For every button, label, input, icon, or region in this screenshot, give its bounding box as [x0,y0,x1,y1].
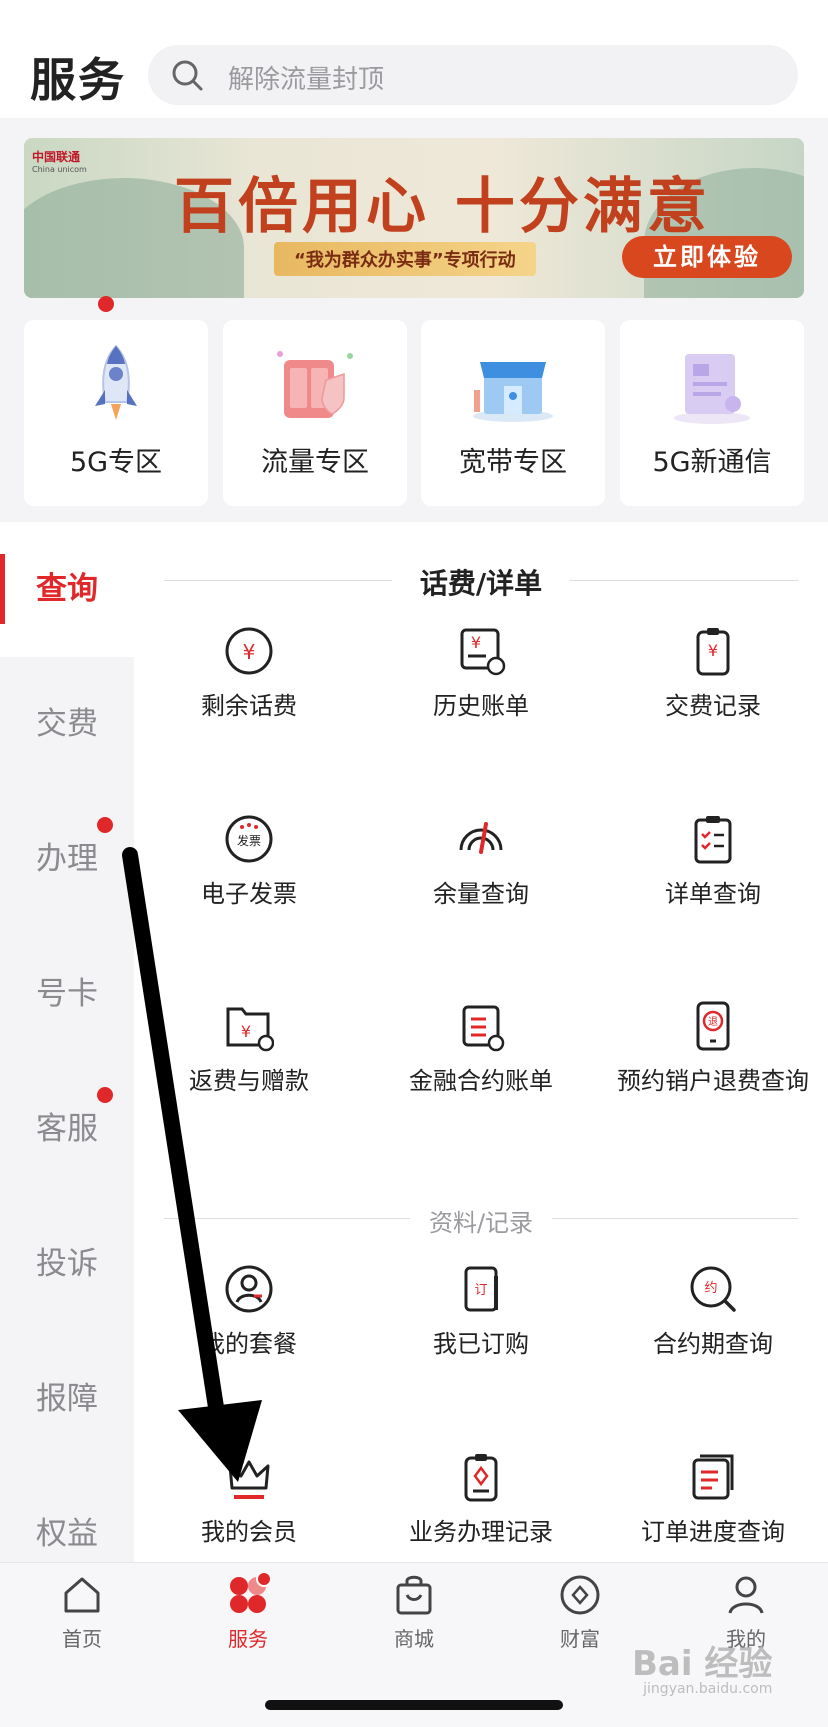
data-package-icon [277,351,353,418]
section-title-records: 资料/记录 [428,1209,534,1237]
zone-card-broadband[interactable]: 宽带专区 [421,320,605,506]
service-payment-record[interactable]: ¥ 交费记录 [597,624,828,744]
zone-label: 流量专区 [261,447,369,478]
svg-text:发票: 发票 [237,833,261,848]
svg-text:约: 约 [704,1281,717,1296]
payment-record-icon: ¥ [696,628,730,676]
svg-text:订: 订 [474,1283,487,1298]
service-my-membership[interactable]: 我的会员 [133,1450,365,1570]
tab-wealth[interactable]: 财富 [520,1573,640,1653]
notification-dot [97,1087,113,1103]
banner-slogan: 百倍用心 十分满意 [174,172,711,242]
phone-refund-icon: 退 [696,1001,730,1051]
zone-card-data[interactable]: 流量专区 [223,320,407,506]
message-document-icon [674,354,750,424]
service-remaining-balance[interactable]: ¥ 剩余话费 [133,624,365,744]
service-finance-contract-bill[interactable]: 金融合约账单 [365,999,597,1119]
service-refund-gift[interactable]: ¥ 返费与赠款 [133,999,365,1119]
section-divider [570,580,798,581]
section-divider [164,1218,410,1219]
search-placeholder: 解除流量封顶 [228,65,385,95]
notification-dot [97,817,113,833]
service-bill-history[interactable]: ¥ 历史账单 [365,624,597,744]
yuan-circle-icon: ¥ [225,627,273,675]
checklist-icon [694,816,732,864]
home-indicator [265,1700,563,1710]
sidebar-item-sim-card[interactable]: 号卡 [0,927,134,1062]
search-icon [172,60,203,91]
section-title-bills: 话费/详单 [419,567,543,600]
sidebar-item-query[interactable]: 查询 [0,522,134,657]
profile-icon [728,1576,764,1614]
service-cancel-refund-query[interactable]: 退 预约销户退费查询 [597,999,828,1119]
banner-cta-button[interactable]: 立即体验 [622,236,792,278]
svg-text:退: 退 [708,1016,718,1028]
notification-dot [98,296,114,312]
svg-text:¥: ¥ [241,1022,251,1041]
baidu-watermark: Bai 经验 jingyan.baidu.com [632,1644,773,1697]
unicom-logo: 中国联通 China unicom [32,150,87,174]
tab-service[interactable]: 服务 [188,1573,308,1653]
service-contract-period[interactable]: 约 合约期查询 [597,1262,828,1382]
contract-search-icon: 约 [690,1266,736,1312]
section-divider [552,1218,798,1219]
crown-icon [228,1460,270,1499]
service-my-plan[interactable]: 我的套餐 [133,1262,365,1382]
service-my-orders[interactable]: 订 我已订购 [365,1262,597,1382]
rocket-icon [95,344,137,420]
refund-folder-icon: ¥ [226,1007,274,1052]
tab-mall[interactable]: 商城 [354,1573,474,1653]
zone-label: 5G专区 [69,447,163,478]
service-e-invoice[interactable]: 发票 电子发票 [133,812,365,932]
service-grid-icon [230,1573,270,1613]
home-icon [64,1577,100,1613]
sidebar-item-handle[interactable]: 办理 [0,296,134,927]
header: 服务 解除流量封顶 [0,0,828,118]
user-circle-icon [225,1265,273,1313]
svg-text:¥: ¥ [708,641,718,660]
broadband-store-icon [473,362,553,422]
shopping-bag-icon [396,1575,432,1615]
tab-home[interactable]: 首页 [22,1573,142,1653]
service-order-progress[interactable]: 订单进度查询 [597,1450,828,1570]
wealth-diamond-icon [560,1575,600,1615]
e-invoice-icon: 发票 [225,815,273,863]
service-business-record[interactable]: 业务办理记录 [365,1450,597,1570]
zone-label: 5G新通信 [652,447,772,478]
bill-history-icon: ¥ [460,628,506,676]
service-record-icon [464,1454,498,1502]
sidebar-item-fault-report[interactable]: 报障 [0,1332,134,1467]
section-divider [164,580,392,581]
promo-banner[interactable]: 中国联通 China unicom 百倍用心 十分满意 “我为群众办实事”专项行… [24,138,804,298]
service-remaining-quota[interactable]: 余量查询 [365,812,597,932]
zone-card-5g[interactable]: 5G专区 [24,320,208,506]
banner-subtitle: “我为群众办实事”专项行动 [274,242,536,276]
svg-text:¥: ¥ [243,640,256,664]
svg-text:¥: ¥ [471,633,481,652]
contract-bill-icon [462,1005,505,1052]
search-input[interactable]: 解除流量封顶 [148,45,798,105]
gauge-icon [459,822,503,854]
zone-card-5g-messaging[interactable]: 5G新通信 [620,320,804,506]
sidebar-item-complaint[interactable]: 投诉 [0,1197,134,1332]
page-title: 服务 [30,53,126,107]
order-progress-icon [692,1454,734,1500]
service-detail-query[interactable]: 详单查询 [597,812,828,932]
order-icon: 订 [464,1266,498,1312]
sidebar-item-customer-service[interactable]: 客服 [0,1062,134,1197]
zone-label: 宽带专区 [459,447,567,478]
sidebar-item-payment[interactable]: 交费 [0,657,134,792]
category-sidebar: 查询 交费 办理 号卡 客服 投诉 报障 权益 [0,296,134,1562]
